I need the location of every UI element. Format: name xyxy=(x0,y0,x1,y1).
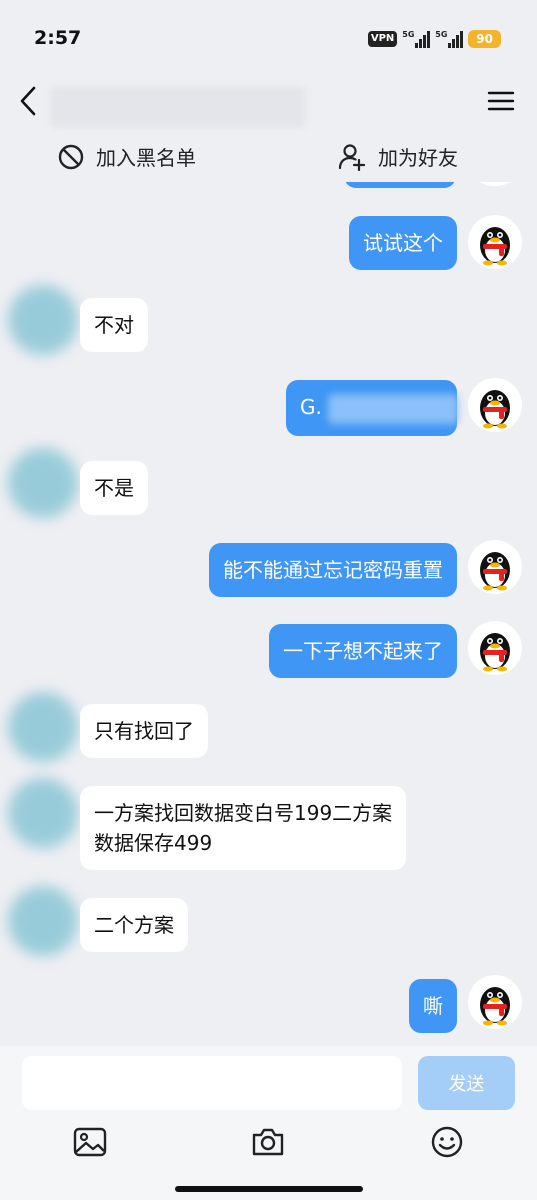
hamburger-menu-icon xyxy=(487,91,515,111)
contact-avatar[interactable] xyxy=(8,285,78,355)
back-button[interactable] xyxy=(14,84,42,118)
message-text: 能不能通过忘记密码重置 xyxy=(223,558,443,582)
network-type-label: 5G xyxy=(402,30,415,39)
self-avatar[interactable] xyxy=(468,378,522,432)
message-text: 二个方案 xyxy=(94,913,174,937)
status-indicators: VPN 5G 5G 90 xyxy=(367,28,501,50)
add-user-icon xyxy=(338,143,366,171)
contact-actions: 加入黑名单 加为好友 xyxy=(0,134,537,182)
message-input[interactable] xyxy=(22,1056,402,1110)
message-bubble-outgoing[interactable]: 嘶 xyxy=(409,979,457,1033)
redacted-text xyxy=(327,393,458,424)
image-icon xyxy=(73,1127,107,1157)
send-button[interactable]: 发送 xyxy=(418,1056,515,1110)
message-bubble-outgoing[interactable]: 一下子想不起来了 xyxy=(269,624,457,678)
status-time: 2:57 xyxy=(34,27,82,49)
message-bubble-outgoing[interactable]: 能不能通过忘记密码重置 xyxy=(209,543,457,597)
emoji-button[interactable] xyxy=(429,1124,465,1160)
message-text: 一下子想不起来了 xyxy=(283,639,443,663)
penguin-avatar-icon xyxy=(480,987,510,1026)
block-button[interactable]: 加入黑名单 xyxy=(58,142,196,171)
contact-avatar[interactable] xyxy=(8,448,78,518)
penguin-avatar-icon xyxy=(480,552,510,591)
battery-indicator: 90 xyxy=(468,30,501,48)
menu-button[interactable] xyxy=(487,90,515,112)
message-bubble-outgoing[interactable]: 试试这个 xyxy=(349,216,457,270)
self-avatar[interactable] xyxy=(468,621,522,675)
network-type-label-secondary: 5G xyxy=(435,30,448,39)
penguin-avatar-icon xyxy=(480,633,510,672)
block-icon xyxy=(58,144,84,169)
signal-icon: 5G xyxy=(402,30,431,48)
message-bubble-incoming[interactable]: 二个方案 xyxy=(80,898,188,952)
message-text-line: 数据保存499 xyxy=(94,831,213,855)
contact-name-redacted xyxy=(50,86,306,128)
signal-icon-secondary: 5G xyxy=(435,30,464,48)
message-bubble-incoming[interactable]: 只有找回了 xyxy=(80,704,208,758)
avatar-partial xyxy=(468,182,522,186)
status-bar: 2:57 VPN 5G 5G 90 xyxy=(0,0,537,70)
block-label: 加入黑名单 xyxy=(96,146,196,170)
home-indicator[interactable] xyxy=(175,1186,363,1192)
message-text: 嘶 xyxy=(423,994,443,1018)
chevron-left-icon xyxy=(20,86,36,116)
contact-avatar[interactable] xyxy=(8,692,78,762)
self-avatar[interactable] xyxy=(468,540,522,594)
message-text: 不对 xyxy=(94,313,134,337)
message-bubble-partial xyxy=(344,182,456,188)
message-list[interactable]: 试试这个 不对 G. 不是 能不能通过忘记密码重置 一下子想不起来了 只有找回了… xyxy=(0,182,537,1044)
camera-button[interactable] xyxy=(250,1124,286,1160)
message-text: G. xyxy=(300,395,322,419)
message-text: 不是 xyxy=(94,476,134,500)
image-button[interactable] xyxy=(72,1124,108,1160)
message-text: 试试这个 xyxy=(363,231,443,255)
self-avatar[interactable] xyxy=(468,215,522,269)
message-text-line: 一方案找回数据变白号199二方案 xyxy=(94,801,393,825)
penguin-avatar-icon xyxy=(480,227,510,266)
penguin-avatar-icon xyxy=(480,390,510,429)
message-bubble-incoming[interactable]: 一方案找回数据变白号199二方案 数据保存499 xyxy=(80,786,407,870)
self-avatar[interactable] xyxy=(468,975,522,1029)
vpn-badge: VPN xyxy=(367,31,398,47)
add-friend-button[interactable]: 加为好友 xyxy=(338,142,458,171)
message-bubble-incoming[interactable]: 不对 xyxy=(80,298,148,352)
contact-avatar[interactable] xyxy=(8,886,78,956)
emoji-icon xyxy=(431,1126,463,1158)
add-friend-label: 加为好友 xyxy=(378,146,458,170)
composer: 发送 xyxy=(0,1046,537,1200)
contact-avatar[interactable] xyxy=(8,778,78,848)
message-text: 只有找回了 xyxy=(94,719,194,743)
message-bubble-outgoing[interactable]: G. xyxy=(286,380,458,436)
message-bubble-incoming[interactable]: 不是 xyxy=(80,461,148,515)
camera-icon xyxy=(252,1128,284,1156)
